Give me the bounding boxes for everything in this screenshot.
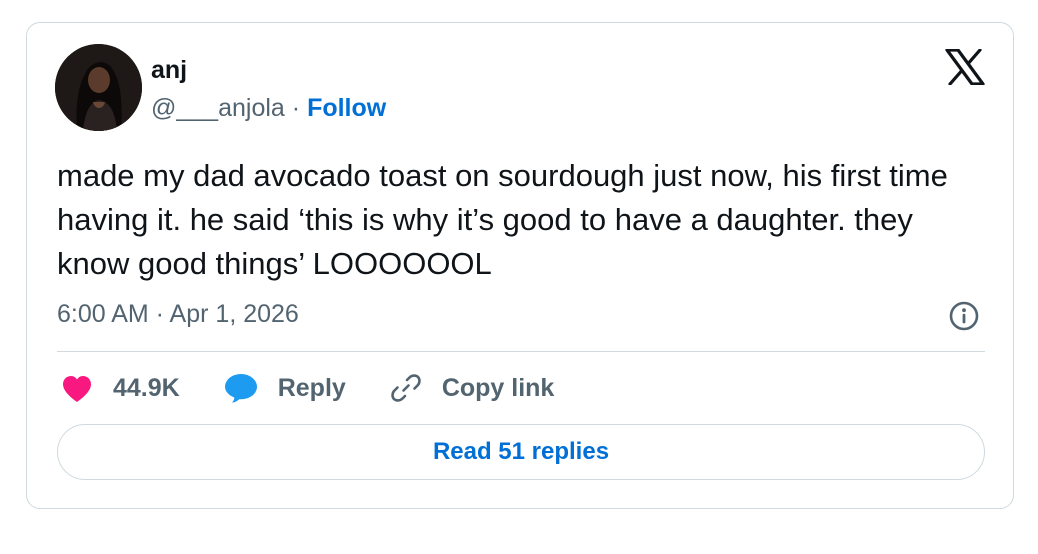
display-name[interactable]: anj [151,55,187,85]
tweet-text: made my dad avocado toast on sourdough j… [57,158,948,281]
like-button[interactable]: 44.9K [61,374,180,403]
divider [57,351,985,352]
speech-bubble-icon [224,374,257,403]
reply-label: Reply [277,373,346,402]
avatar[interactable] [55,44,142,131]
action-bar: 44.9K Reply Copy link [61,368,598,408]
read-replies-label: Read 51 replies [432,438,610,465]
info-icon[interactable] [949,301,979,331]
follow-link[interactable]: Follow [307,94,386,122]
handle-row: @___anjola · Follow [151,93,386,123]
read-replies-button[interactable]: Read 51 replies [57,424,985,480]
tweet-card: anj @___anjola · Follow made my dad avoc… [26,22,1014,509]
separator-dot: · [291,94,301,122]
tweet-timestamp[interactable]: 6:00 AM · Apr 1, 2026 [57,299,299,329]
user-handle[interactable]: @___anjola [151,94,285,122]
link-icon [391,374,421,402]
x-logo-icon[interactable] [945,48,985,86]
copy-link-label: Copy link [441,373,555,402]
heart-icon [63,375,91,402]
copy-link-button[interactable]: Copy link [390,372,555,404]
avatar-image [55,44,142,131]
like-count: 44.9K [113,373,180,402]
reply-button[interactable]: Reply [224,373,346,403]
